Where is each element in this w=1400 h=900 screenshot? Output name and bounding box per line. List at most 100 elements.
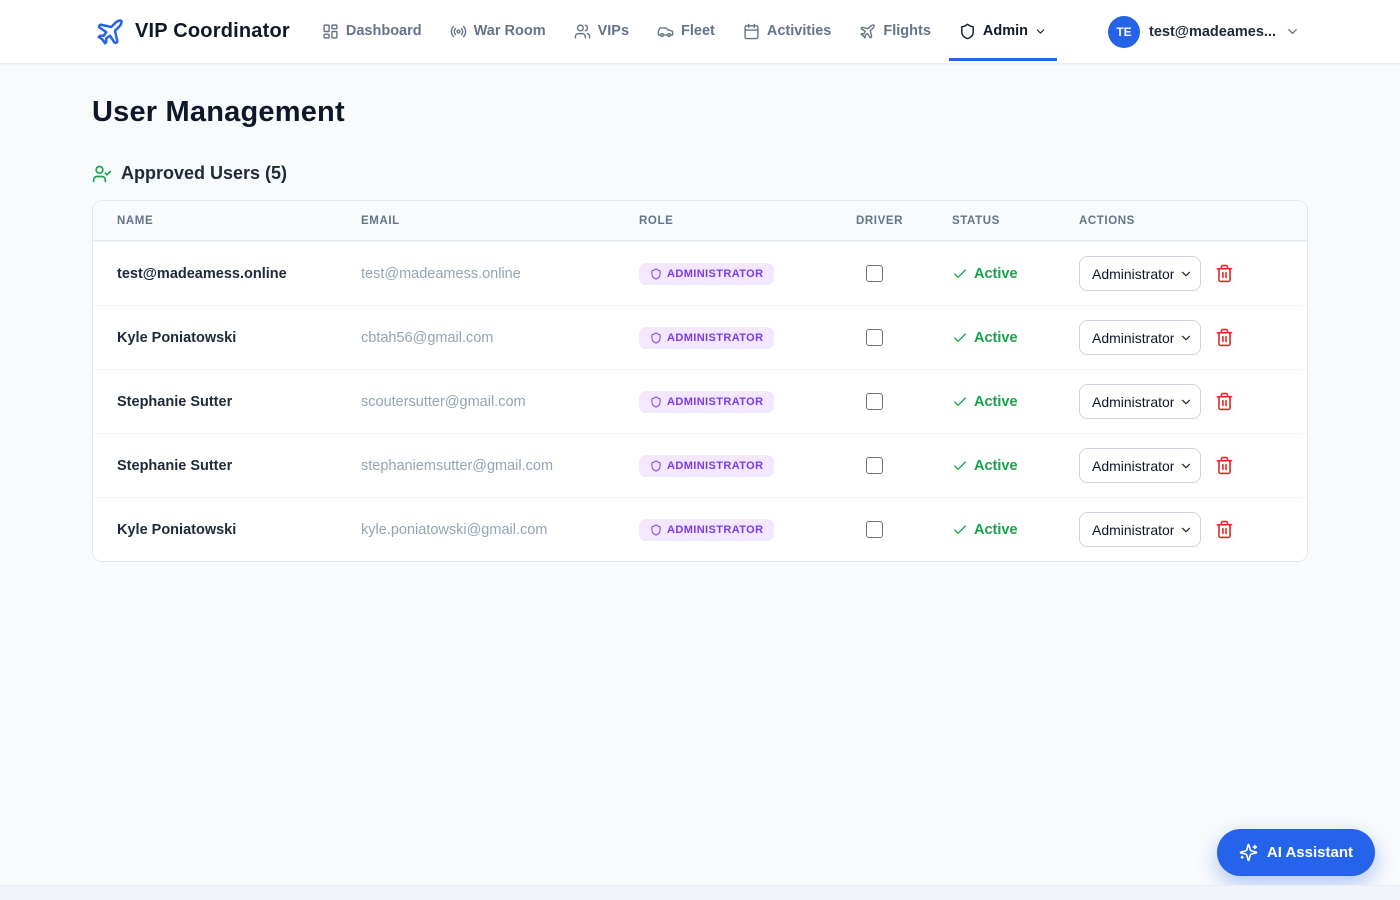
trash-icon (1215, 456, 1234, 475)
status-cell: Active (928, 266, 1055, 282)
shield-icon (959, 23, 976, 40)
status-badge: Active (952, 522, 1018, 538)
status-badge: Active (952, 330, 1018, 346)
table-body: test@madeamess.online test@madeamess.onl… (93, 241, 1307, 561)
actions-cell: Administrator (1055, 320, 1307, 355)
nav-label: Activities (767, 23, 831, 39)
plane-icon (859, 23, 876, 40)
actions-cell: Administrator (1055, 512, 1307, 547)
role-select-wrap: Administrator (1079, 320, 1201, 355)
role-select[interactable]: Administrator (1079, 256, 1201, 291)
status-label: Active (974, 522, 1018, 538)
role-badge-label: ADMINISTRATOR (667, 524, 763, 536)
status-label: Active (974, 266, 1018, 282)
user-menu[interactable]: TE test@madeames... (1108, 16, 1300, 48)
status-cell: Active (928, 394, 1055, 410)
delete-user-button[interactable] (1215, 328, 1234, 347)
status-cell: Active (928, 458, 1055, 474)
app-title: VIP Coordinator (135, 20, 290, 43)
chevron-down-icon (1034, 25, 1047, 38)
role-cell: ADMINISTRATOR (615, 263, 832, 285)
check-icon (952, 266, 968, 282)
brand-logo[interactable]: VIP Coordinator (95, 17, 290, 47)
column-header-role: ROLE (615, 215, 832, 227)
check-icon (952, 458, 968, 474)
nav-label: Admin (983, 23, 1028, 39)
top-navigation-bar: VIP Coordinator Dashboard War Room VIPs (0, 0, 1400, 64)
nav-item-activities[interactable]: Activities (733, 3, 841, 61)
role-badge: ADMINISTRATOR (639, 327, 774, 349)
driver-cell (832, 521, 928, 538)
driver-checkbox[interactable] (866, 265, 883, 282)
nav-item-fleet[interactable]: Fleet (647, 3, 725, 61)
section-title: Approved Users (5) (121, 163, 287, 184)
user-name: Stephanie Sutter (93, 458, 337, 474)
driver-checkbox[interactable] (866, 457, 883, 474)
role-select[interactable]: Administrator (1079, 512, 1201, 547)
shield-icon (650, 460, 662, 472)
role-select-wrap: Administrator (1079, 384, 1201, 419)
nav-label: VIPs (598, 23, 629, 39)
nav-label: Fleet (681, 23, 715, 39)
sparkles-icon (1239, 843, 1258, 862)
status-cell: Active (928, 522, 1055, 538)
section-header: Approved Users (5) (92, 163, 1308, 184)
role-cell: ADMINISTRATOR (615, 327, 832, 349)
driver-cell (832, 329, 928, 346)
user-check-icon (92, 164, 112, 184)
user-name: test@madeamess.online (93, 266, 337, 282)
main-nav: Dashboard War Room VIPs Fleet (312, 3, 1057, 61)
user-email: scoutersutter@gmail.com (337, 394, 615, 410)
nav-item-vips[interactable]: VIPs (564, 3, 639, 61)
role-select-wrap: Administrator (1079, 512, 1201, 547)
user-email: test@madeames... (1149, 24, 1276, 40)
delete-user-button[interactable] (1215, 264, 1234, 283)
driver-checkbox[interactable] (866, 521, 883, 538)
nav-item-flights[interactable]: Flights (849, 3, 941, 61)
ai-assistant-button[interactable]: AI Assistant (1217, 829, 1375, 876)
driver-cell (832, 457, 928, 474)
dashboard-icon (322, 23, 339, 40)
nav-item-dashboard[interactable]: Dashboard (312, 3, 432, 61)
role-select[interactable]: Administrator (1079, 320, 1201, 355)
driver-cell (832, 265, 928, 282)
delete-user-button[interactable] (1215, 456, 1234, 475)
check-icon (952, 330, 968, 346)
driver-checkbox[interactable] (866, 393, 883, 410)
driver-checkbox[interactable] (866, 329, 883, 346)
role-cell: ADMINISTRATOR (615, 519, 832, 541)
user-name: Stephanie Sutter (93, 394, 337, 410)
shield-icon (650, 524, 662, 536)
role-select[interactable]: Administrator (1079, 448, 1201, 483)
role-cell: ADMINISTRATOR (615, 391, 832, 413)
actions-cell: Administrator (1055, 384, 1307, 419)
table-row: Stephanie Sutter scoutersutter@gmail.com… (93, 369, 1307, 433)
status-badge: Active (952, 266, 1018, 282)
approved-users-table: NAME EMAIL ROLE DRIVER STATUS ACTIONS te… (92, 200, 1308, 562)
user-email: cbtah56@gmail.com (337, 330, 615, 346)
role-select[interactable]: Administrator (1079, 384, 1201, 419)
role-badge-label: ADMINISTRATOR (667, 268, 763, 280)
trash-icon (1215, 264, 1234, 283)
nav-label: Flights (883, 23, 931, 39)
delete-user-button[interactable] (1215, 392, 1234, 411)
check-icon (952, 394, 968, 410)
status-badge: Active (952, 458, 1018, 474)
role-select-wrap: Administrator (1079, 448, 1201, 483)
delete-user-button[interactable] (1215, 520, 1234, 539)
nav-item-war-room[interactable]: War Room (440, 3, 556, 61)
role-badge-label: ADMINISTRATOR (667, 396, 763, 408)
table-header-row: NAME EMAIL ROLE DRIVER STATUS ACTIONS (93, 201, 1307, 241)
users-icon (574, 23, 591, 40)
role-badge: ADMINISTRATOR (639, 519, 774, 541)
nav-label: Dashboard (346, 23, 422, 39)
status-label: Active (974, 458, 1018, 474)
column-header-status: STATUS (928, 215, 1055, 227)
nav-item-admin[interactable]: Admin (949, 3, 1057, 61)
table-row: Kyle Poniatowski kyle.poniatowski@gmail.… (93, 497, 1307, 561)
role-badge: ADMINISTRATOR (639, 263, 774, 285)
column-header-actions: ACTIONS (1055, 215, 1307, 227)
check-icon (952, 522, 968, 538)
shield-icon (650, 268, 662, 280)
ai-assistant-label: AI Assistant (1267, 844, 1353, 861)
